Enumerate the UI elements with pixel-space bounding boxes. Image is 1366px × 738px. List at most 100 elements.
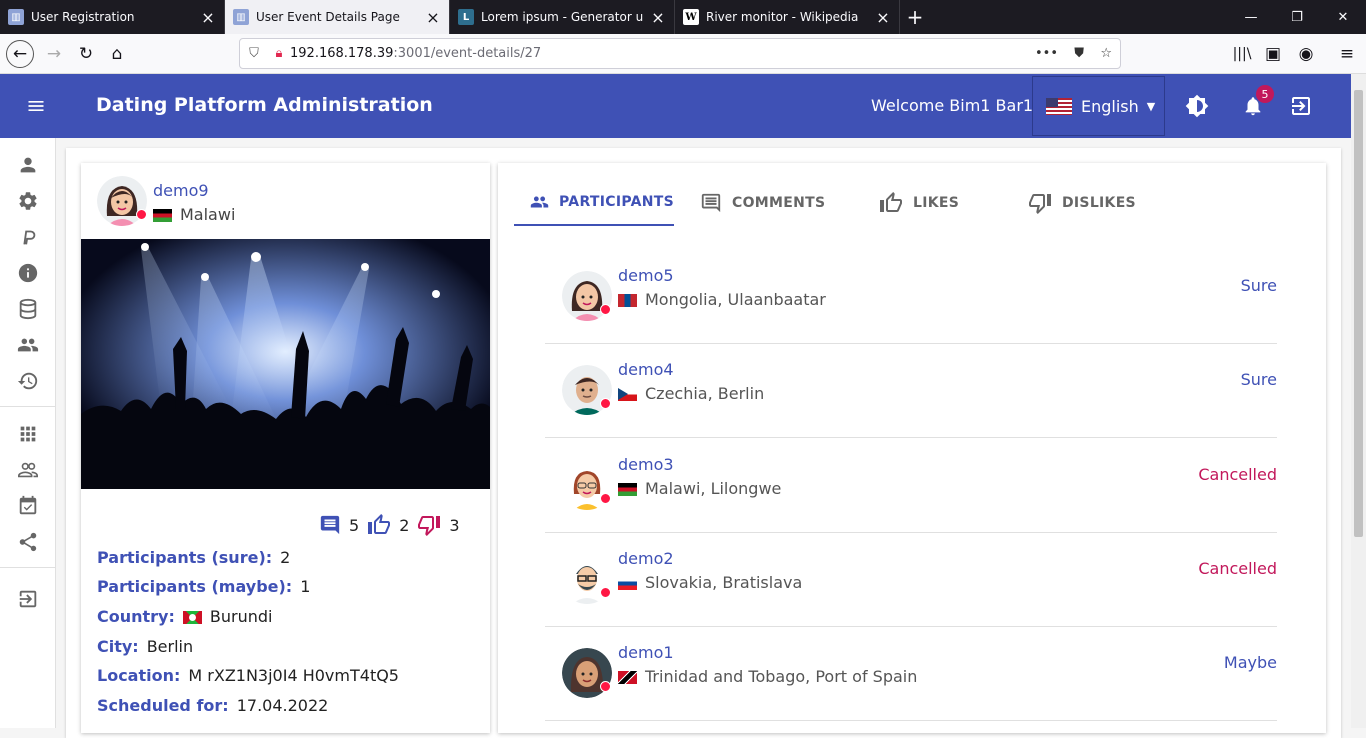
thumb-down-icon bbox=[418, 516, 441, 536]
offline-status-dot bbox=[600, 398, 611, 409]
participant-name[interactable]: demo1 bbox=[618, 643, 674, 662]
tab-label: PARTICIPANTS bbox=[559, 194, 674, 210]
browser-tab[interactable]: ▥ User Registration × bbox=[0, 0, 225, 34]
info-location: Location: M rXZ1N3j0I4 H0vmT4tQ5 bbox=[97, 666, 399, 685]
host-country: Malawi bbox=[153, 205, 235, 224]
scrollbar-thumb[interactable] bbox=[1354, 90, 1363, 537]
notification-badge: 5 bbox=[1256, 85, 1274, 103]
participant-name[interactable]: demo5 bbox=[618, 266, 674, 285]
info-participants-sure: Participants (sure): 2 bbox=[97, 548, 290, 567]
history-icon[interactable] bbox=[17, 370, 39, 392]
info-value: 2 bbox=[280, 548, 291, 567]
close-tab-icon[interactable]: × bbox=[650, 8, 666, 27]
info-value: Burundi bbox=[209, 607, 273, 626]
event-available-icon[interactable] bbox=[17, 495, 39, 517]
likes-count: 2 bbox=[399, 515, 410, 535]
brightness-icon[interactable] bbox=[1185, 94, 1209, 118]
info-label: City: bbox=[97, 637, 139, 656]
reload-icon[interactable]: ↻ bbox=[72, 40, 100, 68]
page-scrollbar[interactable] bbox=[1351, 74, 1366, 728]
participant-row[interactable]: demo4 Czechia, Berlin Sure bbox=[545, 344, 1277, 438]
page-actions-icon[interactable]: ••• bbox=[1035, 46, 1058, 61]
participant-location: Slovakia, Bratislava bbox=[618, 573, 802, 592]
share-icon[interactable] bbox=[17, 531, 39, 553]
offline-status-dot bbox=[136, 209, 147, 220]
database-icon[interactable] bbox=[17, 298, 39, 320]
mongolia-flag-icon bbox=[618, 294, 637, 307]
hamburger-menu-icon[interactable] bbox=[26, 96, 46, 116]
forward-icon[interactable]: → bbox=[40, 40, 68, 68]
participant-row[interactable]: demo3 Malawi, Lilongwe Cancelled bbox=[545, 439, 1277, 533]
url-bar[interactable]: ⛉ 🔒︎ 192.168.178.39:3001/event-details/2… bbox=[239, 38, 1121, 69]
malawi-flag-icon bbox=[153, 209, 172, 222]
close-tab-icon[interactable]: × bbox=[200, 8, 216, 27]
participant-name[interactable]: demo2 bbox=[618, 549, 674, 568]
participant-row[interactable]: demo1 Trinidad and Tobago, Port of Spain… bbox=[545, 627, 1277, 721]
participant-row[interactable]: demo2 Slovakia, Bratislava Cancelled bbox=[545, 533, 1277, 627]
participant-name[interactable]: demo4 bbox=[618, 360, 674, 379]
bookmark-star-icon[interactable]: ☆ bbox=[1100, 46, 1112, 61]
comment-icon bbox=[701, 193, 721, 213]
malawi-flag-icon bbox=[618, 483, 637, 496]
info-label: Location: bbox=[97, 666, 181, 685]
detail-tabs: PARTICIPANTS COMMENTS LIKES DISLIKES bbox=[514, 180, 1314, 226]
minimize-icon[interactable]: — bbox=[1228, 0, 1274, 34]
slovakia-flag-icon bbox=[618, 577, 637, 590]
new-tab-icon[interactable]: + bbox=[900, 0, 930, 34]
tab-comments[interactable]: COMMENTS bbox=[700, 180, 825, 226]
participant-name[interactable]: demo3 bbox=[618, 455, 674, 474]
library-icon[interactable]: |||\ bbox=[1228, 40, 1256, 68]
location-label: Slovakia, Bratislava bbox=[645, 573, 803, 592]
insecure-lock-icon[interactable]: 🔒︎ bbox=[268, 46, 290, 61]
restore-icon[interactable]: ❐ bbox=[1274, 0, 1320, 34]
url-host: 192.168.178.39 bbox=[290, 46, 394, 61]
participation-status: Cancelled bbox=[1198, 559, 1277, 578]
browser-tab[interactable]: L Lorem ipsum - Generator und I × bbox=[450, 0, 675, 34]
tab-dislikes[interactable]: DISLIKES bbox=[1028, 180, 1136, 226]
info-participants-maybe: Participants (maybe): 1 bbox=[97, 577, 310, 596]
close-tab-icon[interactable]: × bbox=[425, 8, 441, 27]
tab-likes[interactable]: LIKES bbox=[879, 180, 959, 226]
close-tab-icon[interactable]: × bbox=[875, 8, 891, 27]
language-selector[interactable]: English ▼ bbox=[1032, 76, 1165, 136]
location-label: Czechia, Berlin bbox=[645, 384, 765, 403]
sidebar-toggle-icon[interactable]: ▣ bbox=[1259, 40, 1287, 68]
language-label: English bbox=[1081, 96, 1139, 116]
person-icon[interactable] bbox=[17, 154, 39, 176]
info-label: Participants (sure): bbox=[97, 548, 273, 567]
close-window-icon[interactable]: ✕ bbox=[1320, 0, 1366, 34]
account-icon[interactable]: ◉ bbox=[1292, 40, 1320, 68]
info-label: Country: bbox=[97, 607, 175, 626]
home-icon[interactable]: ⌂ bbox=[103, 40, 131, 68]
comments-count: 5 bbox=[349, 515, 360, 535]
participant-row[interactable]: demo5 Mongolia, Ulaanbaatar Sure bbox=[545, 250, 1277, 344]
host-name-link[interactable]: demo9 bbox=[153, 181, 209, 200]
logout-icon[interactable] bbox=[1289, 94, 1313, 118]
wikipedia-favicon-icon: W bbox=[683, 9, 699, 25]
browser-tab-active[interactable]: ▥ User Event Details Page × bbox=[225, 0, 450, 34]
exit-icon[interactable] bbox=[17, 588, 39, 610]
menu-icon[interactable]: ≡ bbox=[1333, 40, 1361, 68]
lorem-favicon-icon: L bbox=[458, 9, 474, 25]
back-icon[interactable]: ← bbox=[6, 40, 34, 68]
shield-icon[interactable]: ⛉ bbox=[240, 46, 268, 61]
pocket-icon[interactable]: ⛊ bbox=[1074, 46, 1084, 61]
tab-participants[interactable]: PARTICIPANTS bbox=[514, 180, 674, 226]
tab-label: DISLIKES bbox=[1062, 195, 1136, 211]
app-icon: ▥ bbox=[233, 9, 249, 25]
apps-grid-icon[interactable] bbox=[17, 423, 39, 445]
participation-status: Maybe bbox=[1223, 653, 1277, 672]
thumb-up-icon bbox=[368, 514, 391, 534]
trinidad-tobago-flag-icon bbox=[618, 671, 637, 684]
participation-status: Sure bbox=[1240, 370, 1277, 389]
info-label: Participants (maybe): bbox=[97, 577, 293, 596]
concert-image bbox=[81, 239, 490, 489]
paypal-icon[interactable] bbox=[17, 226, 39, 248]
browser-tab[interactable]: W River monitor - Wikipedia × bbox=[675, 0, 900, 34]
info-value: Berlin bbox=[146, 637, 194, 656]
people-outline-icon[interactable] bbox=[17, 459, 39, 481]
info-icon[interactable] bbox=[17, 262, 39, 284]
offline-status-dot bbox=[600, 681, 611, 692]
settings-icon[interactable] bbox=[17, 190, 39, 212]
group-icon[interactable] bbox=[17, 334, 39, 356]
